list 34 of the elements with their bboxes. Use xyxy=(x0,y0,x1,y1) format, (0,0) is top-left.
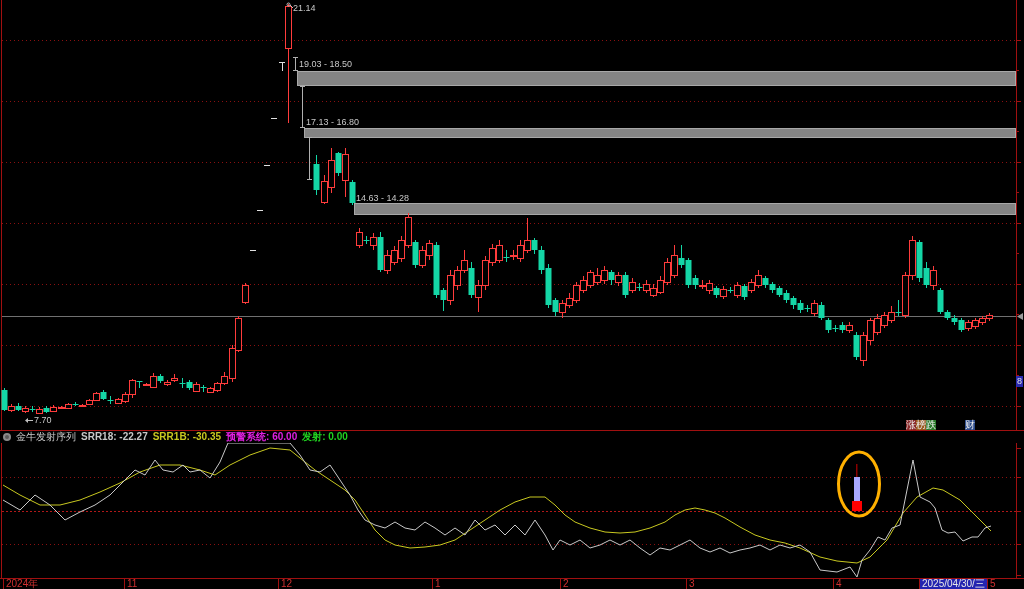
axis-date-label: 3 xyxy=(686,579,697,589)
indicator-name: 金牛发射序列 xyxy=(16,431,76,443)
bracket-line xyxy=(306,136,313,181)
bracket-line xyxy=(292,56,299,72)
axis-date-label: 5 xyxy=(987,579,998,589)
signal-bar xyxy=(854,464,860,501)
price-pointer-icon xyxy=(1017,313,1023,320)
price-label: 21.14 xyxy=(293,3,316,13)
axis-date-label: 4 xyxy=(833,579,844,589)
axis-date-label: 12 xyxy=(278,579,295,589)
signal-marker xyxy=(852,501,862,511)
highlight-ring xyxy=(837,450,881,518)
event-marker[interactable]: 跌 xyxy=(926,420,936,430)
leader-arrow xyxy=(25,418,34,423)
legend-value: SRR18: -22.27 xyxy=(81,431,148,443)
leader-line xyxy=(286,2,294,9)
event-marker[interactable]: 财 xyxy=(965,420,975,430)
disc-icon[interactable] xyxy=(3,433,11,441)
axis-date-label: 1 xyxy=(432,579,443,589)
axis-date-label: 11 xyxy=(124,579,140,589)
event-marker[interactable]: 榜 xyxy=(916,420,926,430)
axis-date-label: 2025/04/30/三 xyxy=(919,579,987,589)
gap-price-label: 17.13 - 16.80 xyxy=(306,117,360,127)
event-marker[interactable]: 涨 xyxy=(906,420,916,430)
bracket-line xyxy=(299,85,306,129)
gap-price-label: 19.03 - 18.50 xyxy=(299,59,353,69)
legend-value: 预警系统: 60.00 xyxy=(226,431,298,443)
axis-date-label: 2024年 xyxy=(3,579,41,589)
axis-price-tag: 8 xyxy=(1016,376,1023,387)
price-label: 7.70 xyxy=(34,415,52,425)
axis-date-label: 2 xyxy=(560,579,571,589)
legend-value: 发射: 0.00 xyxy=(302,431,348,443)
gap-price-label: 14.63 - 14.28 xyxy=(356,193,410,203)
legend-value: SRR1B: -30.35 xyxy=(152,431,222,443)
